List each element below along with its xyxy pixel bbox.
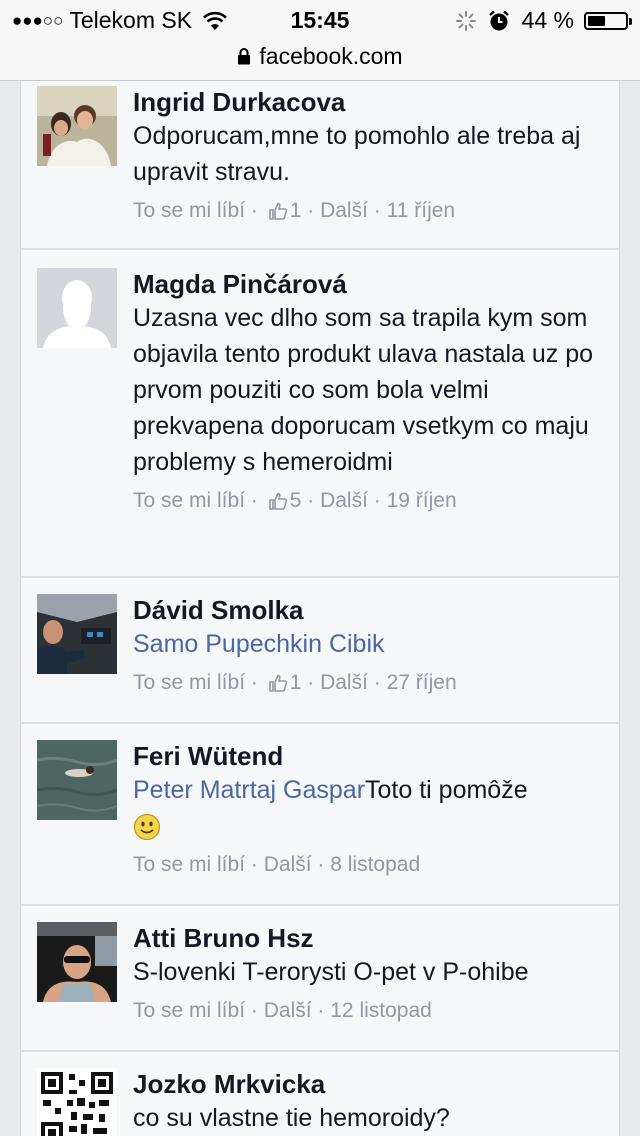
comment-item: Magda Pinčárová Uzasna vec dlho som sa t…	[21, 250, 619, 578]
status-bar: ●●●○○ Telekom SK 15:45 44 %	[0, 0, 640, 40]
separator: ·	[367, 489, 387, 512]
url-text: facebook.com	[259, 42, 403, 69]
separator: ·	[245, 199, 264, 222]
more-link[interactable]: Další	[320, 196, 368, 226]
more-link[interactable]: Další	[320, 668, 368, 698]
separator: ·	[245, 489, 264, 512]
comment-meta: To se mi líbí · 5 · Další · 19 říjen	[133, 486, 607, 516]
avatar[interactable]	[37, 86, 117, 166]
browser-top-bar: ●●●○○ Telekom SK 15:45 44 % facebook.com	[0, 0, 640, 81]
separator: ·	[367, 671, 387, 694]
mentioned-user-link[interactable]: Samo Pupechkin Cibik	[133, 630, 385, 658]
commenter-name[interactable]: Feri Wütend	[133, 740, 607, 772]
comment-meta: To se mi líbí · 1 · Další · 11 říjen	[133, 196, 607, 226]
more-link[interactable]: Další	[264, 996, 312, 1026]
thumbs-up-icon	[268, 492, 287, 510]
like-link[interactable]: To se mi líbí	[133, 486, 245, 516]
like-link[interactable]: To se mi líbí	[133, 196, 245, 226]
separator: ·	[245, 999, 264, 1022]
like-link[interactable]: To se mi líbí	[133, 850, 245, 880]
comment-list: Ingrid Durkacova Odporucam,mne to pomohl…	[20, 80, 620, 1136]
separator: ·	[311, 999, 331, 1022]
thumbs-up-icon	[268, 674, 287, 692]
alarm-clock-icon	[488, 10, 509, 30]
avatar[interactable]	[37, 594, 117, 674]
comment-item: Ingrid Durkacova Odporucam,mne to pomohl…	[21, 80, 619, 250]
more-link[interactable]: Další	[264, 850, 312, 880]
like-link[interactable]: To se mi líbí	[133, 668, 245, 698]
comment-item: Jozko Mrkvicka co su vlastne tie hemoroi…	[21, 1052, 619, 1136]
separator: ·	[245, 853, 264, 876]
comment-date[interactable]: 27 říjen	[387, 668, 457, 698]
separator: ·	[245, 671, 264, 694]
commenter-name[interactable]: Magda Pinčárová	[133, 268, 607, 300]
comment-text: Odporucam,mne to pomohlo ale treba aj up…	[133, 122, 581, 186]
battery-percent: 44 %	[521, 7, 574, 33]
separator: ·	[301, 199, 321, 222]
comment-date[interactable]: 8 listopad	[330, 850, 420, 880]
comment-text: Peter Matrtaj GasparToto ti pomôže	[133, 772, 607, 844]
comment-date[interactable]: 12 listopad	[330, 996, 432, 1026]
avatar[interactable]	[37, 740, 117, 820]
commenter-name[interactable]: Dávid Smolka	[133, 594, 607, 626]
commenter-name[interactable]: Jozko Mrkvicka	[133, 1068, 607, 1100]
like-link[interactable]: To se mi líbí	[133, 996, 245, 1026]
separator: ·	[301, 671, 321, 694]
comment-item: Feri Wütend Peter Matrtaj GasparToto ti …	[21, 724, 619, 906]
comment-item: Dávid Smolka Samo Pupechkin Cibik To se …	[21, 578, 619, 724]
activity-spinner-icon	[455, 10, 476, 31]
comment-text: Samo Pupechkin Cibik	[133, 626, 607, 662]
comment-date[interactable]: 19 říjen	[387, 486, 457, 516]
like-count[interactable]: 1	[290, 196, 302, 226]
comment-date[interactable]: 11 říjen	[387, 196, 456, 226]
battery-icon	[584, 11, 632, 30]
comment-text-content: Toto ti pomôže	[365, 776, 528, 804]
avatar[interactable]	[37, 1068, 117, 1136]
thumbs-up-icon	[268, 202, 287, 220]
address-bar[interactable]: facebook.com	[0, 41, 640, 71]
more-link[interactable]: Další	[320, 486, 368, 516]
mentioned-user-link[interactable]: Peter Matrtaj Gaspar	[133, 776, 365, 804]
avatar[interactable]	[37, 922, 117, 1002]
comment-text: S-lovenki T-erorysti O-pet v P-ohibe	[133, 958, 529, 986]
commenter-name[interactable]: Ingrid Durkacova	[133, 86, 607, 118]
comment-item: Atti Bruno Hsz S-lovenki T-erorysti O-pe…	[21, 906, 619, 1052]
like-count[interactable]: 5	[290, 486, 302, 516]
comment-meta: To se mi líbí · Další · 12 listopad	[133, 996, 607, 1026]
like-count[interactable]: 1	[290, 668, 302, 698]
lock-icon	[238, 48, 251, 65]
smiley-emoji-icon	[133, 814, 161, 841]
comment-text: co su vlastne tie hemoroidy?	[133, 1104, 450, 1132]
separator: ·	[311, 853, 331, 876]
avatar[interactable]	[37, 268, 117, 348]
commenter-name[interactable]: Atti Bruno Hsz	[133, 922, 607, 954]
comment-text: Uzasna vec dlho som sa trapila kym som o…	[133, 304, 594, 476]
separator: ·	[367, 199, 387, 222]
separator: ·	[301, 489, 321, 512]
comment-meta: To se mi líbí · Další · 8 listopad	[133, 850, 607, 880]
comment-meta: To se mi líbí · 1 · Další · 27 říjen	[133, 668, 607, 698]
